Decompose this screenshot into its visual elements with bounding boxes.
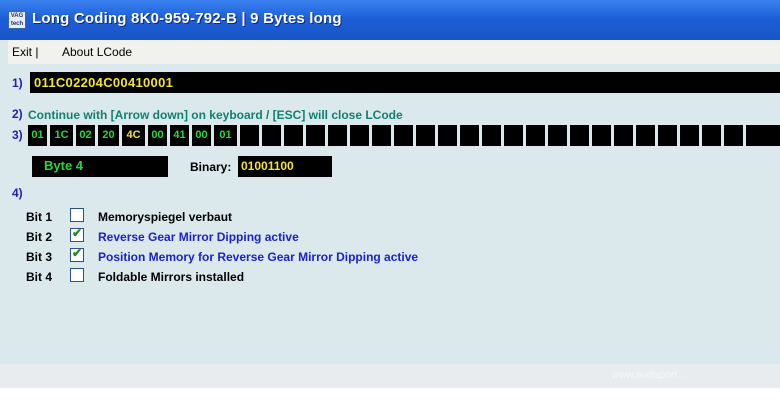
bit-label: Bit 2 xyxy=(26,230,53,244)
empty-byte-cell[interactable] xyxy=(240,125,262,146)
selected-byte-label: Byte 4 xyxy=(44,158,84,173)
byte-cell[interactable]: 1C xyxy=(50,125,76,146)
empty-byte-cell[interactable] xyxy=(702,125,724,146)
row-2-label: 2) xyxy=(12,107,23,121)
bit-description: Memoryspiegel verbaut xyxy=(98,210,233,224)
bit-label: Bit 1 xyxy=(26,210,53,224)
byte-cell[interactable]: 01 xyxy=(214,125,240,146)
empty-byte-cell[interactable] xyxy=(416,125,438,146)
empty-byte-cell[interactable] xyxy=(306,125,328,146)
bit-description: Foldable Mirrors installed xyxy=(98,270,245,284)
empty-byte-cell[interactable] xyxy=(724,125,746,146)
bit-checkbox[interactable] xyxy=(70,268,84,282)
byte-cell[interactable]: 00 xyxy=(148,125,170,146)
checkmark-icon: ✔ xyxy=(72,226,83,240)
byte-cell[interactable]: 4C xyxy=(122,125,148,146)
binary-value: 01001100 xyxy=(241,159,294,173)
byte-cell[interactable]: 41 xyxy=(170,125,192,146)
row-1-label: 1) xyxy=(12,76,23,90)
coding-string-field[interactable]: 011C02204C00410001 xyxy=(30,72,780,93)
empty-byte-cell[interactable] xyxy=(328,125,350,146)
menu-exit[interactable]: Exit | xyxy=(12,45,38,59)
empty-byte-cell[interactable] xyxy=(570,125,592,146)
byte-cell[interactable]: 02 xyxy=(76,125,98,146)
bit-checkbox[interactable] xyxy=(70,208,84,222)
window-title: Long Coding 8K0-959-792-B | 9 Bytes long xyxy=(32,10,342,27)
coding-string: 011C02204C00410001 xyxy=(34,75,174,90)
byte-selector: 01 1C 02 20 4C 00 41 00 01 xyxy=(28,125,780,146)
watermark-text: Club Audispo xyxy=(598,386,773,416)
empty-byte-cell[interactable] xyxy=(658,125,680,146)
empty-byte-cell[interactable] xyxy=(372,125,394,146)
title-bar[interactable]: VAG tech Long Coding 8K0-959-792-B | 9 By… xyxy=(0,0,780,40)
status-bar: www.audisport... xyxy=(0,364,780,388)
row-3-label: 3) xyxy=(12,128,23,142)
empty-byte-cell[interactable] xyxy=(636,125,658,146)
instruction-hint: Continue with [Arrow down] on keyboard /… xyxy=(28,108,403,122)
empty-byte-cell[interactable] xyxy=(482,125,504,146)
empty-byte-cell[interactable] xyxy=(526,125,548,146)
bit-label: Bit 4 xyxy=(26,270,53,284)
bit-description: Position Memory for Reverse Gear Mirror … xyxy=(98,250,419,264)
empty-byte-cell[interactable] xyxy=(394,125,416,146)
menu-about-lcode[interactable]: About LCode xyxy=(62,45,132,59)
app-icon: VAG tech xyxy=(8,11,26,29)
empty-byte-cell[interactable] xyxy=(284,125,306,146)
empty-byte-cell[interactable] xyxy=(350,125,372,146)
empty-byte-cell[interactable] xyxy=(592,125,614,146)
binary-label: Binary: xyxy=(190,160,232,174)
bit-description: Reverse Gear Mirror Dipping active xyxy=(98,230,299,244)
byte-cell[interactable]: 00 xyxy=(192,125,214,146)
empty-byte-cell[interactable] xyxy=(438,125,460,146)
byte-cell[interactable]: 01 xyxy=(28,125,50,146)
empty-byte-cell[interactable] xyxy=(680,125,702,146)
byte-cell[interactable]: 20 xyxy=(98,125,122,146)
checkmark-icon: ✔ xyxy=(72,246,83,260)
bit-checkbox[interactable]: ✔ xyxy=(70,246,84,262)
bit-label: Bit 3 xyxy=(26,250,53,264)
menu-bar: Exit | About LCode xyxy=(8,40,780,64)
watermark-logo-shape xyxy=(507,388,589,418)
empty-byte-cell[interactable] xyxy=(460,125,482,146)
bit-checkbox[interactable]: ✔ xyxy=(70,226,84,242)
empty-byte-cell[interactable] xyxy=(614,125,636,146)
empty-byte-cell[interactable] xyxy=(262,125,284,146)
empty-byte-cell[interactable] xyxy=(548,125,570,146)
watermark-url: www.audisport... xyxy=(612,370,686,381)
binary-value-box: 01001100 xyxy=(238,156,332,177)
empty-byte-cell[interactable] xyxy=(504,125,526,146)
coding-panel: 1) 011C02204C00410001 2) Continue with [… xyxy=(8,64,780,418)
row-4-label: 4) xyxy=(12,186,23,200)
selected-byte-box: Byte 4 xyxy=(32,156,168,177)
lcode-window: VAG tech Long Coding 8K0-959-792-B | 9 By… xyxy=(0,0,780,418)
